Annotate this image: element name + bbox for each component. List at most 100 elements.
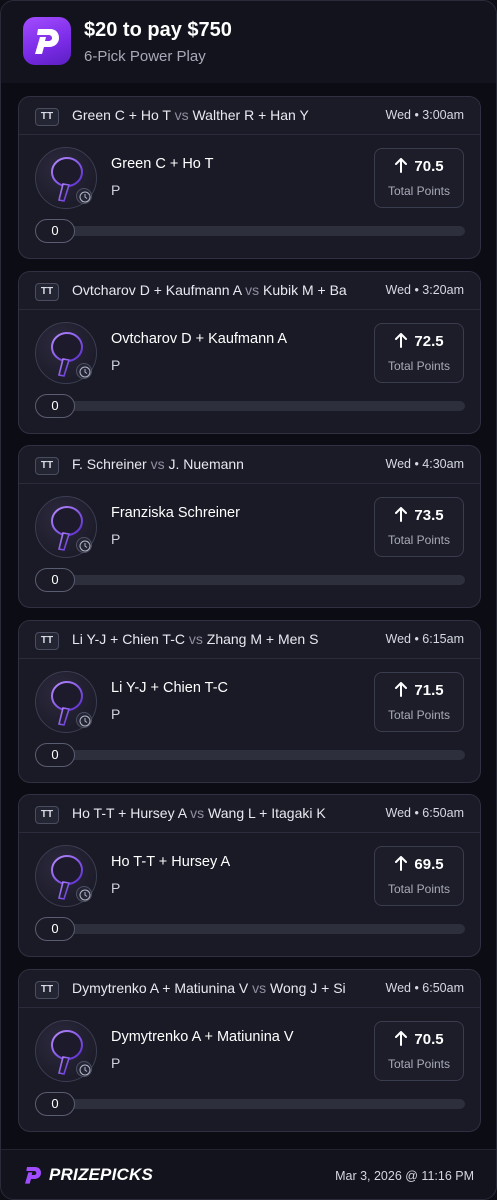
pick-card[interactable]: TT Ho T-T + Hursey A vs Wang L + Itagaki… — [18, 794, 481, 957]
player-name: Ho T-T + Hursey A — [111, 854, 231, 870]
projection-box: 73.5 Total Points — [374, 497, 464, 557]
sport-tag: TT — [35, 282, 59, 301]
prizepicks-footer-logo-icon — [25, 1167, 41, 1184]
pick-card-header: TT Dymytrenko A + Matiunina V vs Wong J … — [19, 969, 480, 1008]
entry-header: $20 to pay $750 6-Pick Power Play — [1, 1, 496, 83]
up-arrow-icon — [395, 856, 408, 871]
progress-track — [35, 749, 465, 760]
matchup: Li Y-J + Chien T-C vs Zhang M + Men S — [72, 631, 377, 651]
progress-value: 0 — [35, 568, 75, 592]
projection-box: 70.5 Total Points — [374, 148, 464, 208]
projection-line: 70.5 — [375, 1030, 463, 1048]
matchup-away: Wong J + Si — [270, 979, 346, 996]
player-position: P — [111, 356, 121, 373]
up-arrow-icon — [395, 158, 408, 173]
player-name: Li Y-J + Chien T-C — [111, 679, 229, 696]
clock-icon — [76, 362, 92, 379]
projection-line: 71.5 — [375, 681, 463, 699]
player-name: Franziska Schreiner — [111, 505, 240, 521]
matchup-vs: vs — [188, 630, 203, 647]
pick-card[interactable]: TT Li Y-J + Chien T-C vs Zhang M + Men S… — [18, 619, 481, 783]
projection-box: 72.5 Total Points — [374, 322, 464, 383]
sport-tag: TT — [35, 108, 59, 126]
clock-icon — [76, 886, 92, 902]
matchup-vs: vs — [190, 805, 205, 821]
pick-card-header: TT Li Y-J + Chien T-C vs Zhang M + Men S… — [19, 620, 480, 659]
sport-tag: TT — [35, 980, 59, 999]
entry-subtitle: 6-Pick Power Play — [84, 48, 206, 65]
pick-card-header: TT Green C + Ho T vs Walther R + Han Y W… — [19, 97, 480, 135]
pick-card[interactable]: TT F. Schreiner vs J. Nuemann Wed • 4:30… — [18, 445, 481, 608]
matchup-home: Dymytrenko A + Matiunina V — [72, 979, 249, 996]
pick-card[interactable]: TT Dymytrenko A + Matiunina V vs Wong J … — [18, 968, 481, 1132]
matchup-vs: vs — [150, 456, 165, 472]
sport-tag: TT — [35, 631, 59, 650]
progress-value: 0 — [35, 742, 75, 767]
game-time: Wed • 3:20am — [385, 282, 465, 297]
clock-icon — [76, 711, 92, 728]
prizepicks-logo-icon — [23, 17, 71, 65]
brand-wordmark: PRIZEPICKS — [49, 1165, 154, 1184]
entry-title: $20 to pay $750 — [84, 19, 232, 41]
matchup-home: F. Schreiner — [72, 456, 147, 472]
clock-icon — [76, 188, 92, 204]
projection-value: 70.5 — [414, 158, 444, 175]
projection-box: 70.5 Total Points — [374, 1020, 464, 1081]
projection-line: 72.5 — [375, 332, 463, 350]
stat-type: Total Points — [387, 533, 451, 547]
stat-type: Total Points — [387, 358, 451, 373]
matchup-home: Ho T-T + Hursey A — [72, 805, 187, 821]
pick-card-header: TT F. Schreiner vs J. Nuemann Wed • 4:30… — [19, 446, 480, 484]
stat-type: Total Points — [387, 882, 451, 896]
matchup-home: Green C + Ho T — [72, 107, 171, 123]
player-position: P — [111, 880, 121, 896]
progress-track — [35, 400, 465, 411]
matchup: Ovtcharov D + Kaufmann A vs Kubik M + Ba — [72, 282, 377, 302]
progress-track — [35, 924, 465, 934]
player-position: P — [111, 531, 121, 547]
projection-line: 70.5 — [375, 158, 463, 175]
picks-list: TT Green C + Ho T vs Walther R + Han Y W… — [1, 83, 496, 1149]
up-arrow-icon — [395, 681, 408, 697]
projection-value: 73.5 — [414, 507, 444, 524]
projection-value: 69.5 — [414, 856, 444, 873]
player-name: Dymytrenko A + Matiunina V — [111, 1028, 294, 1045]
up-arrow-icon — [395, 332, 408, 348]
pick-card[interactable]: TT Green C + Ho T vs Walther R + Han Y W… — [18, 96, 481, 259]
matchup-away: Zhang M + Men S — [206, 630, 319, 647]
projection-line: 69.5 — [375, 856, 463, 873]
matchup-vs: vs — [252, 979, 267, 996]
player-name: Ovtcharov D + Kaufmann A — [111, 330, 288, 347]
up-arrow-icon — [395, 1030, 408, 1046]
player-name: Green C + Ho T — [111, 156, 214, 172]
pick-card[interactable]: TT Ovtcharov D + Kaufmann A vs Kubik M +… — [18, 270, 481, 434]
matchup-away: Wang L + Itagaki K — [208, 805, 326, 821]
progress-value: 0 — [35, 393, 75, 418]
clock-icon — [76, 537, 92, 553]
game-time: Wed • 3:00am — [385, 108, 465, 122]
projection-value: 71.5 — [414, 681, 444, 699]
matchup-away: Walther R + Han Y — [192, 107, 309, 123]
stat-type: Total Points — [387, 707, 451, 722]
progress-track — [35, 575, 465, 585]
matchup: Ho T-T + Hursey A vs Wang L + Itagaki K — [72, 805, 377, 825]
progress-value: 0 — [35, 917, 75, 941]
game-time: Wed • 6:50am — [385, 980, 465, 995]
matchup-vs: vs — [245, 281, 260, 298]
progress-track — [35, 226, 465, 236]
player-position: P — [111, 705, 121, 722]
projection-box: 69.5 Total Points — [374, 846, 464, 906]
sport-tag: TT — [35, 457, 59, 475]
progress-value: 0 — [35, 1091, 75, 1116]
projection-value: 72.5 — [414, 332, 444, 350]
game-time: Wed • 6:15am — [385, 631, 465, 646]
matchup-away: Kubik M + Ba — [263, 281, 347, 298]
projection-value: 70.5 — [414, 1030, 444, 1048]
progress-track — [35, 1098, 465, 1109]
game-time: Wed • 6:50am — [385, 806, 465, 820]
clock-icon — [76, 1060, 92, 1077]
player-position: P — [111, 1054, 121, 1071]
matchup-vs: vs — [174, 107, 189, 123]
player-position: P — [111, 182, 121, 198]
brand: PRIZEPICKS — [23, 1164, 153, 1186]
